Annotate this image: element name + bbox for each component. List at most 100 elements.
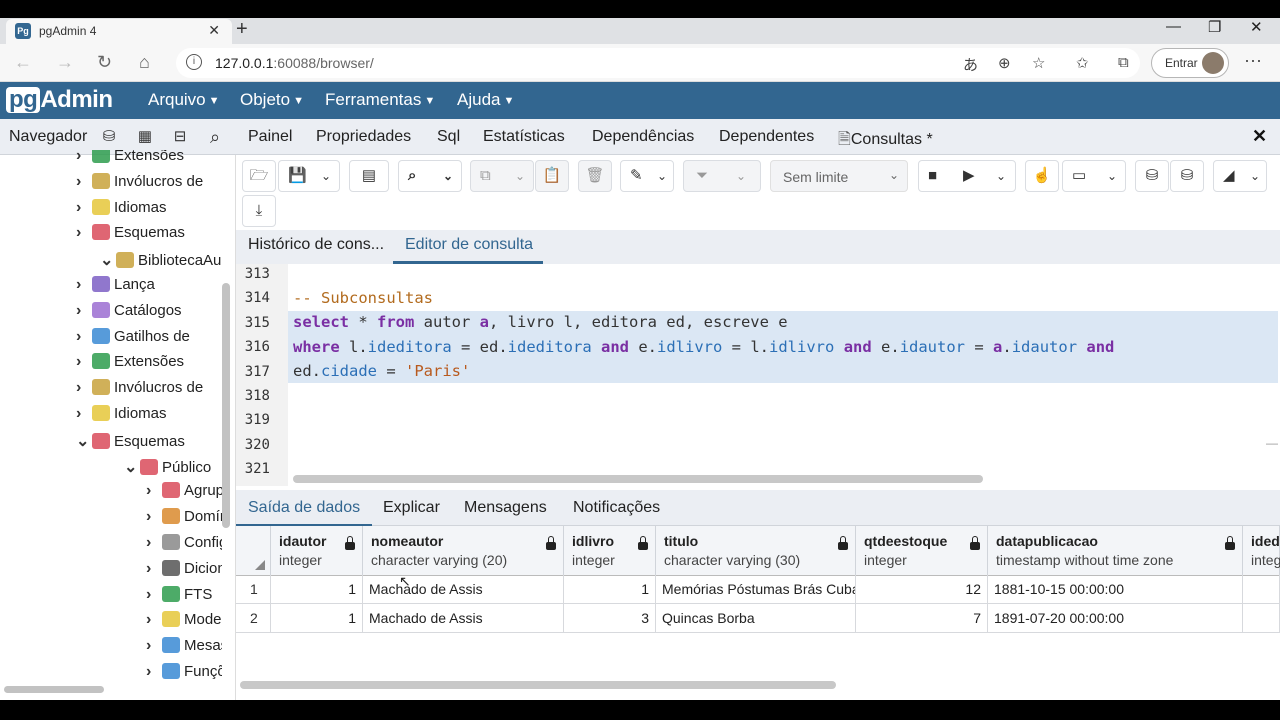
explain-icon[interactable]: ☝ (1025, 160, 1059, 192)
chevron-down-icon[interactable]: ⌄ (996, 161, 1006, 191)
chevron-right-icon[interactable]: › (146, 637, 162, 655)
profile-button[interactable]: Entrar (1151, 48, 1229, 78)
column-header-titulo[interactable]: titulo character varying (30) (656, 526, 856, 576)
edit-rows-icon[interactable]: ▤ (349, 160, 389, 192)
chevron-right-icon[interactable]: › (146, 611, 162, 629)
tab-dependentes[interactable]: Dependentes (719, 128, 814, 146)
chevron-right-icon[interactable]: › (146, 586, 162, 604)
tree-item[interactable]: ⌄ BibliotecaAula (100, 250, 222, 275)
chevron-right-icon[interactable]: › (76, 276, 92, 294)
commit-icon[interactable]: ⛁ (1135, 160, 1169, 192)
tree-item[interactable]: ⌄ Público (124, 457, 222, 482)
chevron-right-icon[interactable]: › (146, 663, 162, 681)
tree-item[interactable]: › Catálogos (76, 301, 222, 327)
copy-button[interactable]: ⧉ ⌄ (470, 160, 534, 192)
view-data-icon[interactable]: ▦ (131, 124, 159, 150)
table-cell[interactable] (1243, 575, 1280, 604)
filter-button[interactable]: ⏷ ⌄ (683, 160, 761, 192)
menu-ferramentas[interactable]: Ferramentas ▼ (325, 90, 435, 110)
grid-horizontal-scrollbar[interactable] (240, 681, 836, 689)
tab-propriedades[interactable]: Propriedades (316, 128, 411, 146)
home-icon[interactable]: ⌂ (139, 52, 150, 73)
download-icon[interactable]: ⤓ (242, 195, 276, 227)
tree-item[interactable]: › Configurações (146, 534, 222, 559)
back-icon[interactable]: ← (14, 52, 32, 73)
zoom-icon[interactable]: ⊕ (998, 54, 1011, 72)
chevron-right-icon[interactable]: › (146, 534, 162, 552)
chevron-right-icon[interactable]: › (76, 173, 92, 191)
chevron-right-icon[interactable]: › (146, 482, 162, 500)
tree-item[interactable]: › Dicionários (146, 559, 222, 585)
minimize-icon[interactable]: — (1166, 18, 1181, 35)
tree-item[interactable]: › Mesas (146, 637, 222, 662)
window-close-icon[interactable]: ✕ (1250, 18, 1263, 36)
chevron-right-icon[interactable]: › (76, 199, 92, 217)
column-header-idlivro[interactable]: idlivro integer (564, 526, 656, 576)
tree-item[interactable]: ⌄ Esquemas (76, 431, 222, 456)
tab-dependencias[interactable]: Dependências (592, 128, 694, 146)
tree-item[interactable]: › Idiomas (76, 198, 222, 224)
row-number[interactable]: 2 (236, 604, 271, 633)
edit-button[interactable]: ✎ ⌄ (620, 160, 674, 192)
chevron-right-icon[interactable]: › (146, 560, 162, 578)
tree-item[interactable]: › Modelos (146, 611, 222, 636)
table-cell[interactable]: Memórias Póstumas Brás Cubas (656, 575, 856, 604)
table-cell[interactable]: Machado de Assis (363, 604, 564, 633)
tab-explicar[interactable]: Explicar (383, 499, 440, 517)
clear-button[interactable]: ◢ ⌄ (1213, 160, 1267, 192)
chevron-right-icon[interactable]: › (76, 405, 92, 423)
tree-item[interactable]: › FTS (146, 585, 222, 611)
chevron-right-icon[interactable]: › (76, 353, 92, 371)
paste-icon[interactable]: 📋 (535, 160, 569, 192)
add-favorite-icon[interactable]: ☆ (1032, 54, 1045, 72)
search-objects-icon[interactable]: ⌕ (201, 124, 229, 150)
tab-editor-consulta[interactable]: Editor de consulta (393, 236, 544, 264)
editor-horizontal-scrollbar[interactable] (293, 475, 983, 483)
tree-item[interactable]: › Esquemas (76, 224, 222, 249)
menu-arquivo[interactable]: Arquivo ▼ (148, 90, 220, 110)
chevron-down-icon[interactable]: ⌄ (124, 457, 140, 477)
find-button[interactable]: ⌕ ⌄ (398, 160, 462, 192)
row-limit-select[interactable]: Sem limite ⌄ (770, 160, 908, 192)
select-all-corner[interactable] (236, 526, 271, 576)
close-tab-icon[interactable]: ✕ (208, 22, 220, 39)
column-header-ideditora[interactable]: ideditora integer (1243, 526, 1280, 576)
table-cell[interactable]: 1 (271, 575, 363, 604)
address-bar[interactable]: i 127.0.0.1:60088/browser/ (176, 48, 1140, 78)
tab-saida-dados[interactable]: Saída de dados (236, 499, 373, 527)
column-header-qtdeestoque[interactable]: qtdeestoque integer (856, 526, 988, 576)
navigator-scrollbar[interactable] (222, 283, 230, 528)
table-cell[interactable]: 1 (564, 575, 656, 604)
row-number[interactable]: 1 (236, 575, 271, 604)
restore-icon[interactable]: ❐ (1208, 18, 1221, 36)
more-menu-icon[interactable]: ··· (1244, 50, 1262, 71)
menu-ajuda[interactable]: Ajuda ▼ (457, 90, 514, 110)
favorites-icon[interactable]: ✩ (1076, 54, 1089, 72)
tree-item[interactable]: › Lança (76, 276, 222, 301)
forward-icon[interactable]: → (56, 52, 74, 73)
tab-notificacoes[interactable]: Notificações (573, 499, 660, 517)
chevron-right-icon[interactable]: › (146, 508, 162, 526)
tab-painel[interactable]: Painel (248, 128, 292, 146)
tab-estatisticas[interactable]: Estatísticas (483, 128, 565, 146)
tab-historico[interactable]: Histórico de cons... (248, 236, 384, 254)
site-info-icon[interactable]: i (186, 54, 202, 70)
chevron-right-icon[interactable]: › (76, 224, 92, 242)
tree-item[interactable]: › Gatilhos de (76, 327, 222, 353)
tree-item[interactable]: › Invólucros de (76, 172, 222, 198)
tree-item[interactable]: › Agrupamentos (146, 482, 222, 507)
chevron-right-icon[interactable]: › (76, 302, 92, 320)
table-cell[interactable]: Machado de Assis (363, 575, 564, 604)
table-cell[interactable]: 7 (856, 604, 988, 633)
rollback-icon[interactable]: ⛁ (1170, 160, 1204, 192)
chevron-right-icon[interactable]: › (76, 150, 92, 165)
new-tab-icon[interactable]: + (236, 18, 248, 41)
column-header-nomeautor[interactable]: nomeautor character varying (20) (363, 526, 564, 576)
chevron-down-icon[interactable]: ⌄ (76, 431, 92, 451)
tree-item[interactable]: › Invólucros de (76, 379, 222, 404)
execute-icon[interactable]: ▶ (963, 161, 975, 191)
translate-icon[interactable]: あ (963, 54, 978, 75)
table-cell[interactable]: Quincas Borba (656, 604, 856, 633)
open-file-icon[interactable]: 🗁 (242, 160, 276, 192)
delete-icon[interactable]: 🗑 (578, 160, 612, 192)
